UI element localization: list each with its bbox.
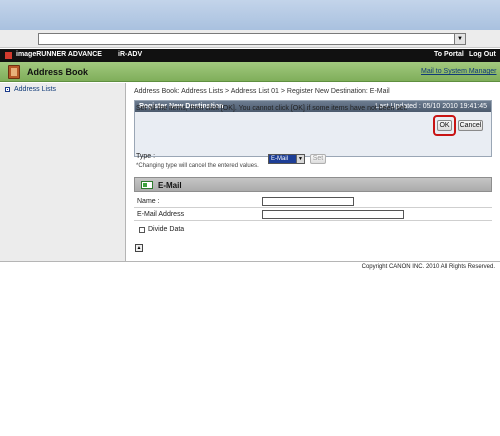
breadcrumb: Address Book: Address Lists > Address Li… xyxy=(134,88,390,95)
email-icon xyxy=(141,181,153,189)
page-title: Address Book xyxy=(27,67,89,77)
name-row: Name : xyxy=(134,196,492,208)
address-dropdown[interactable]: ▼ xyxy=(38,33,466,45)
bullet-icon xyxy=(5,87,10,92)
sidebar-item-label[interactable]: Address Lists xyxy=(14,86,56,93)
browser-titlebar xyxy=(0,0,500,30)
page-title-bar: Address Book Mail to System Manager xyxy=(0,62,500,82)
product-header: imageRUNNER ADVANCE iR-ADV To Portal Log… xyxy=(0,49,500,62)
chevron-down-icon[interactable]: ▼ xyxy=(296,155,304,163)
model-name: iR-ADV xyxy=(118,51,143,58)
cancel-button[interactable]: Cancel xyxy=(458,120,483,131)
sidebar: Address Lists xyxy=(0,83,126,261)
instructions-text: Set all the items, then click [OK]. You … xyxy=(136,105,408,112)
email-address-field[interactable] xyxy=(262,210,404,219)
canon-logo-icon xyxy=(5,52,12,59)
ok-button[interactable]: OK xyxy=(437,120,452,131)
sidebar-item-address-lists[interactable]: Address Lists xyxy=(5,86,56,93)
product-name: imageRUNNER ADVANCE xyxy=(16,51,102,58)
address-book-icon xyxy=(8,65,20,79)
mail-to-system-manager-link[interactable]: Mail to System Manager xyxy=(421,68,496,75)
main-content: Address Book: Address Lists > Address Li… xyxy=(127,83,500,261)
type-select-value: E-Mail xyxy=(271,156,289,162)
divide-data-checkbox[interactable] xyxy=(139,227,145,233)
dropdown-arrow-icon[interactable]: ▼ xyxy=(454,34,465,44)
email-section-header: E-Mail xyxy=(134,177,492,192)
copyright-text: Copyright CANON INC. 2010 All Rights Res… xyxy=(361,264,495,270)
type-note: *Changing type will cancel the entered v… xyxy=(136,163,259,169)
log-out-link[interactable]: Log Out xyxy=(469,51,496,58)
browser-toolbar: ▼ xyxy=(0,30,500,48)
divide-data-label: Divide Data xyxy=(148,226,185,233)
name-label: Name : xyxy=(137,198,160,205)
email-address-label: E-Mail Address xyxy=(137,211,185,218)
footer-divider xyxy=(0,261,500,262)
to-portal-link[interactable]: To Portal xyxy=(434,51,464,58)
type-label: Type : xyxy=(136,153,156,160)
email-row: E-Mail Address xyxy=(134,209,492,221)
name-field[interactable] xyxy=(262,197,354,206)
type-select[interactable]: E-Mail ▼ xyxy=(268,154,305,164)
divide-data-row: Divide Data xyxy=(134,224,492,236)
section-title: E-Mail xyxy=(158,181,182,190)
set-button[interactable]: Set xyxy=(310,154,326,164)
scroll-to-top-icon[interactable]: ▲ xyxy=(135,244,143,252)
